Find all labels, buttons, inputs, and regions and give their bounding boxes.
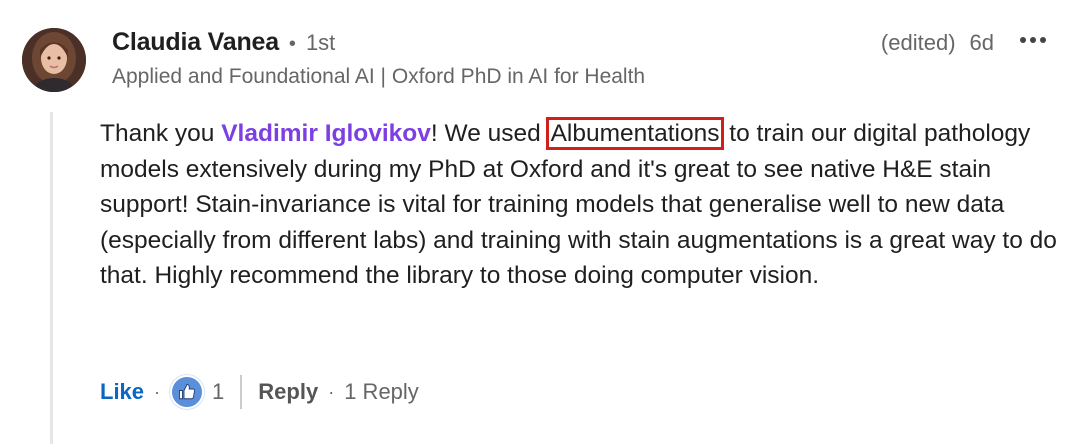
separator-dot: •	[288, 33, 296, 55]
thumbs-up-icon[interactable]	[170, 375, 205, 409]
separator-dot: ·	[154, 381, 161, 402]
comment-body: Thank you Vladimir Iglovikov! We used Al…	[100, 116, 1060, 294]
thumbs-up-glyph	[179, 384, 196, 400]
reaction-count[interactable]: 1	[212, 379, 224, 405]
highlighted-word: Albumentations	[545, 117, 725, 150]
separator-dot: ·	[328, 381, 335, 402]
author-headline: Applied and Foundational AI | Oxford PhD…	[112, 65, 646, 88]
thread-line	[50, 112, 53, 444]
body-text-mid: ! We used	[430, 120, 548, 147]
edited-label: (edited)	[880, 30, 956, 55]
comment-actions: Like · 1 Reply · 1 Reply	[100, 372, 419, 412]
avatar[interactable]	[22, 28, 86, 92]
comment-meta: (edited) 6d	[881, 30, 994, 56]
body-text-start: Thank you	[100, 120, 222, 147]
timestamp: 6d	[969, 30, 994, 55]
reply-count-link[interactable]: 1 Reply	[344, 379, 419, 405]
action-divider	[240, 375, 243, 409]
like-button[interactable]: Like	[100, 379, 144, 405]
connection-degree: 1st	[305, 30, 336, 55]
author-name[interactable]: Claudia Vanea	[112, 28, 279, 57]
reply-button[interactable]: Reply	[258, 379, 318, 405]
ellipsis-icon[interactable]	[1016, 26, 1050, 54]
profile-photo	[22, 28, 86, 92]
mention-link[interactable]: Vladimir Iglovikov	[221, 120, 431, 147]
